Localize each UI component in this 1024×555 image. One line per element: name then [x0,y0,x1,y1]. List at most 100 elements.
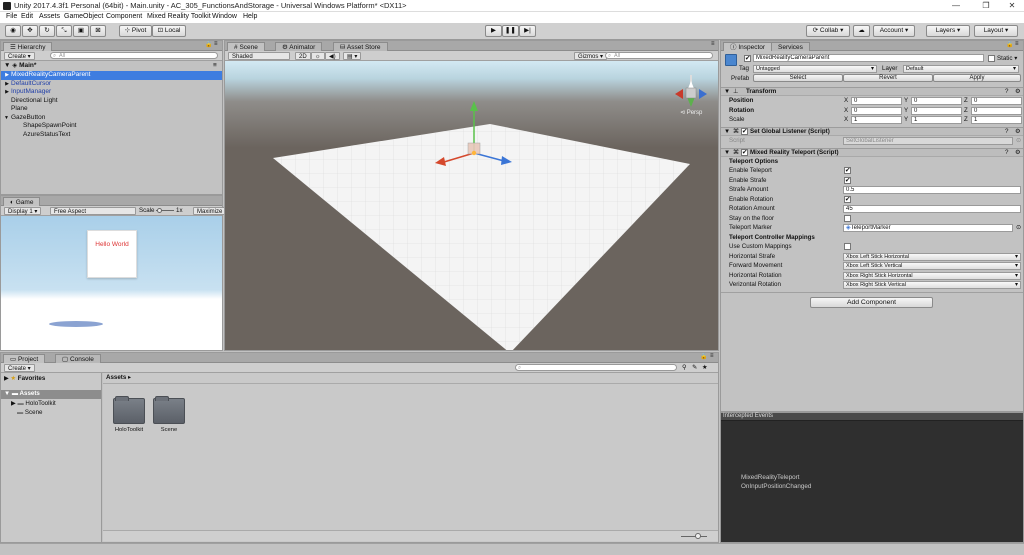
teleport-header[interactable]: ▼ ⌘ ✔ Mixed Reality Teleport (Script) ? … [721,148,1023,157]
close-button[interactable]: ✕ [1000,0,1024,12]
axis-label[interactable]: Y [904,107,908,114]
step-button[interactable]: ▶| [519,25,536,37]
expand-arrow-icon[interactable]: ▶ [1,71,11,80]
menu-window[interactable]: Window [212,13,237,20]
teleport-marker-field[interactable]: ◈TeleportMarker [843,224,1013,232]
collab-dropdown[interactable]: ⟳ Collab ▾ [806,25,850,37]
transform-header[interactable]: ▼ ⊥ Transform ? ⚙ [721,87,1023,96]
scene-search-input[interactable]: ⌕ All [605,52,713,59]
orientation-gizmo[interactable] [675,75,707,107]
hierarchy-item[interactable]: ShapeSpawnPoint [1,122,222,131]
tab-asset-store[interactable]: ⛁ Asset Store [333,42,388,51]
favorites-row[interactable]: ▶ ★ Favorites [4,375,45,382]
component-gear-icon[interactable]: ⚙ [1015,128,1021,135]
teleport-enabled-checkbox[interactable]: ✔ [741,149,748,156]
tree-item-scene[interactable]: ▬ Scene [17,409,42,416]
hierarchy-item[interactable]: ▶ MixedRealityCameraParent [1,71,222,80]
transform-y-field[interactable]: 0 [911,106,962,115]
enable-teleport-checkbox[interactable]: ✔ [844,167,851,174]
project-menu-icon[interactable]: ≡ [710,353,714,359]
prefab-revert-button[interactable]: Revert [843,74,933,82]
add-component-button[interactable]: Add Component [810,297,933,308]
menu-file[interactable]: File [6,13,17,20]
enable-rotation-checkbox[interactable]: ✔ [844,196,851,203]
panel-menu-icon[interactable]: ≡ [214,41,218,47]
layer-dropdown[interactable]: Default [903,65,1019,73]
expand-arrow-icon[interactable]: ▼ [1,114,11,123]
rect-tool-button[interactable]: ▣ [73,25,89,37]
menu-help[interactable]: Help [243,13,257,20]
axis-label[interactable]: X [844,107,848,114]
transform-x-field[interactable]: 1 [851,116,902,124]
gizmos-dropdown[interactable]: Gizmos ▾ [574,52,608,60]
tab-console[interactable]: ▢ Console [55,354,101,363]
prefab-select-button[interactable]: Select [753,74,843,82]
pivot-toggle[interactable]: ⊹ Pivot [119,25,152,37]
menu-edit[interactable]: Edit [21,13,33,20]
project-lock-icon[interactable]: 🔒 [700,353,707,360]
menu-gameobject[interactable]: GameObject [64,13,103,20]
filter-label-icon[interactable]: ✎ [692,364,697,371]
help-icon[interactable]: ? [1005,149,1008,156]
transform-x-field[interactable]: 0 [851,97,902,105]
axis-label[interactable]: Y [904,97,908,104]
use-custom-mappings-checkbox[interactable] [844,243,851,250]
transform-z-field[interactable]: 0 [971,97,1022,105]
axis-label[interactable]: Z [964,107,968,114]
tab-scene[interactable]: # Scene [227,42,265,51]
tab-game[interactable]: ◐ Game [3,197,41,206]
forward-movement-dropdown[interactable]: Xbox Left Stick Vertical [843,262,1021,270]
account-dropdown[interactable]: Account ▾ [873,25,915,37]
prefab-apply-button[interactable]: Apply [933,74,1021,82]
inspector-menu-icon[interactable]: ≡ [1015,41,1019,47]
aspect-dropdown[interactable]: Free Aspect [50,207,136,215]
scene-menu-icon[interactable]: ≡ [711,41,715,47]
object-picker-icon[interactable]: ⊙ [1016,224,1021,231]
tree-item-holotoolkit[interactable]: ▶ ▬ HoloToolkit [11,400,56,407]
axis-label[interactable]: X [844,116,848,123]
transform-z-field[interactable]: 0 [971,106,1022,115]
component-gear-icon[interactable]: ⚙ [1015,149,1021,156]
project-search-input[interactable]: ⌕ [515,364,677,371]
hierarchy-item[interactable]: ▶ InputManager [1,88,222,97]
set-global-listener-enabled-checkbox[interactable]: ✔ [741,128,748,135]
scale-tool-button[interactable]: ⤡ [56,25,72,37]
lighting-toggle[interactable]: ☼ [311,52,325,60]
axis-label[interactable]: Z [964,97,968,104]
transform-y-field[interactable]: 0 [911,97,962,105]
horizontal-strafe-dropdown[interactable]: Xbox Left Stick Horizontal [843,253,1021,261]
play-button[interactable]: ▶ [485,25,502,37]
scene-menu-icon[interactable]: ≡ [213,62,217,71]
tab-project[interactable]: ▭ Project [3,354,46,363]
scale-slider-thumb[interactable] [157,208,162,213]
persp-label[interactable]: ⊲ Persp [680,109,702,116]
icon-size-slider-track[interactable] [681,536,707,537]
lock-icon[interactable]: 🔒 [205,41,212,48]
transform-x-field[interactable]: 0 [851,106,902,115]
maximize-button[interactable]: ❐ [974,0,998,12]
folder-scene[interactable]: Scene [151,395,187,437]
hierarchy-item[interactable]: ▶ DefaultCursor [1,80,222,89]
enable-strafe-checkbox[interactable]: ✔ [844,177,851,184]
breadcrumb[interactable]: Assets ▸ [106,374,131,381]
tag-dropdown[interactable]: Untagged [753,65,877,73]
effects-dropdown[interactable]: ▤ ▾ [343,52,362,60]
horizontal-rotation-dropdown[interactable]: Xbox Right Stick Horizontal [843,272,1021,280]
tab-services[interactable]: Services [771,42,810,51]
shading-dropdown[interactable]: Shaded [228,52,290,60]
strafe-amount-field[interactable]: 0.5 [843,186,1021,194]
pause-button[interactable]: ❚❚ [502,25,519,37]
menu-assets[interactable]: Assets [39,13,60,20]
axis-label[interactable]: X [844,97,848,104]
layout-dropdown[interactable]: Layout ▾ [974,25,1018,37]
axis-label[interactable]: Z [964,116,968,123]
game-viewport[interactable]: Hello World [1,216,222,350]
static-checkbox[interactable] [988,55,995,62]
scene-viewport[interactable]: ⊲ Persp [225,61,718,350]
static-dropdown[interactable]: Static ▾ [997,55,1017,62]
tab-animator[interactable]: ⚙ Animator [275,42,323,51]
set-global-listener-header[interactable]: ▼ ⌘ ✔ Set Global Listener (Script) ? ⚙ [721,127,1023,136]
minimize-button[interactable]: — [944,0,968,12]
tab-inspector[interactable]: ⓘ Inspector [723,42,773,51]
object-picker-icon[interactable]: ⊙ [1016,137,1021,144]
